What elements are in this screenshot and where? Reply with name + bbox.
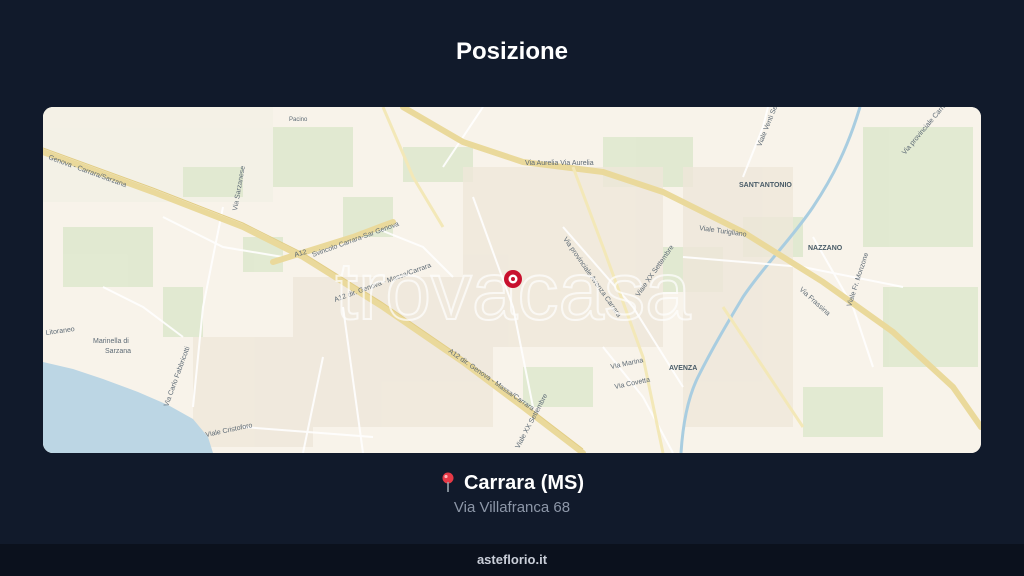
label-via-aurelia: Via Aurelia Via Aurelia bbox=[525, 160, 594, 167]
label-marinella: Marinella di bbox=[93, 338, 129, 345]
location-name: Carrara (MS) bbox=[463, 472, 585, 494]
label-nazzano: NAZZANO bbox=[808, 245, 843, 252]
footer: asteflorio.it bbox=[0, 544, 1024, 576]
footer-site-link[interactable]: asteflorio.it bbox=[477, 552, 547, 567]
map-marker-icon[interactable] bbox=[504, 270, 522, 288]
map[interactable]: Genova - Carrara/Sarzana A12 Svincolo Ca… bbox=[43, 107, 981, 453]
map-watermark: trovacasa bbox=[335, 246, 691, 337]
label-sarzana: Sarzana bbox=[105, 348, 131, 355]
label-pacino: Pacino bbox=[289, 117, 308, 123]
page-title: Posizione bbox=[455, 38, 569, 65]
label-sant-antonio: SANT'ANTONIO bbox=[739, 182, 792, 189]
location-pin-icon bbox=[440, 472, 456, 498]
location-row: Carrara (MS) bbox=[0, 472, 1024, 498]
address: Via Villafranca 68 bbox=[453, 499, 571, 516]
label-avenza: AVENZA bbox=[669, 365, 697, 372]
